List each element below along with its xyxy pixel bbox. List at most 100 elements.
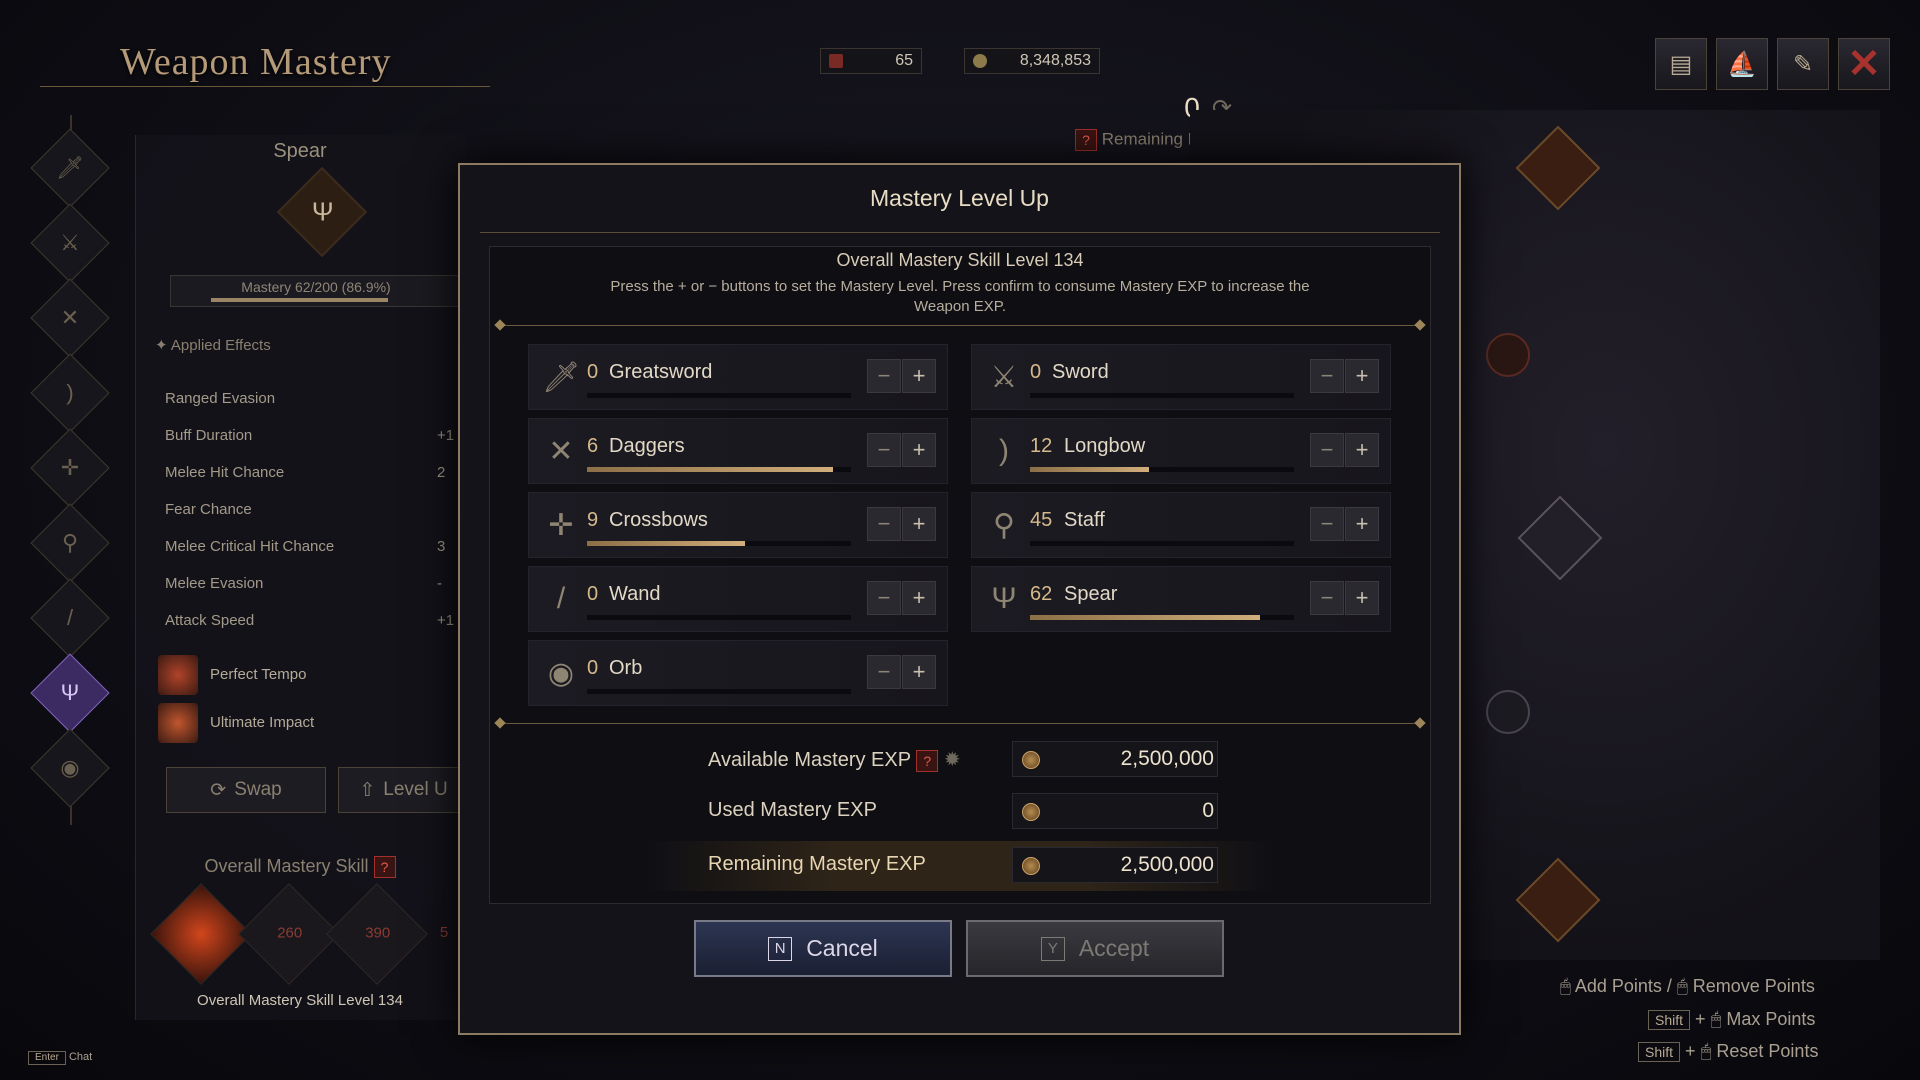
close-button[interactable]: ✕ bbox=[1838, 38, 1890, 90]
increase-button[interactable]: + bbox=[1345, 433, 1379, 467]
minus-icon: − bbox=[1320, 363, 1334, 388]
weapon-row-staff: ⚲ 45 Staff − + bbox=[971, 492, 1391, 558]
help-icon[interactable]: ? bbox=[916, 749, 939, 772]
mouse-left-icon: 🖱 bbox=[1560, 976, 1571, 996]
weapon-name: Greatsword bbox=[609, 361, 713, 383]
stat-value: - bbox=[437, 575, 442, 592]
remaining-exp-label: Remaining Mastery EXP bbox=[708, 853, 926, 875]
hint-max: Shift + 🖱 Max Points bbox=[1648, 1009, 1815, 1030]
plus-icon: + bbox=[912, 585, 926, 610]
stat-value: +1 bbox=[437, 612, 455, 629]
exp-fill bbox=[1030, 467, 1149, 472]
exp-track bbox=[1030, 541, 1294, 546]
divider bbox=[500, 325, 1420, 326]
weapon-row-wand: / 0 Wand − + bbox=[528, 566, 948, 632]
remaining-exp-value: 2,500,000 bbox=[1120, 853, 1214, 876]
minus-icon: − bbox=[877, 585, 891, 610]
used-exp-label: Used Mastery EXP bbox=[708, 799, 877, 821]
decrease-button[interactable]: − bbox=[1310, 507, 1344, 541]
longbow-icon: ) bbox=[999, 434, 1009, 467]
weapon-level: 12 bbox=[1030, 435, 1053, 457]
spear-icon: Ψ bbox=[311, 196, 334, 227]
gear-icon: ✹ bbox=[943, 749, 961, 771]
applied-effects-header: ✦ Applied Effects bbox=[155, 337, 271, 354]
increase-button[interactable]: + bbox=[1345, 581, 1379, 615]
sword-icon: ⚔ bbox=[990, 360, 1018, 394]
exp-track bbox=[1030, 393, 1294, 398]
exp-track bbox=[1030, 615, 1294, 620]
inventory-button[interactable]: ▤ bbox=[1655, 38, 1707, 90]
weapon-level: 0 bbox=[587, 583, 599, 605]
close-icon: ✕ bbox=[1847, 42, 1881, 86]
available-exp-value: 2,500,000 bbox=[1120, 747, 1214, 770]
weapon-level: 62 bbox=[1030, 583, 1053, 605]
weapon-name: Wand bbox=[609, 583, 661, 605]
wand-icon: / bbox=[556, 582, 566, 615]
greatsword-icon: 🗡 bbox=[56, 155, 84, 180]
decrease-button[interactable]: − bbox=[867, 655, 901, 689]
cancel-button[interactable]: N Cancel bbox=[694, 920, 952, 977]
stat-label: Melee Hit Chance bbox=[165, 464, 285, 481]
decrease-button[interactable]: − bbox=[867, 581, 901, 615]
increase-button[interactable]: + bbox=[1345, 507, 1379, 541]
decrease-button[interactable]: − bbox=[1310, 359, 1344, 393]
staff-icon: ⚲ bbox=[993, 508, 1015, 542]
crossbow-icon: ✛ bbox=[548, 508, 574, 542]
exp-coin-icon bbox=[1022, 857, 1040, 875]
mouse-left-icon: 🖱 bbox=[1710, 1009, 1722, 1029]
decrease-button[interactable]: − bbox=[1310, 433, 1344, 467]
guide-button[interactable]: ✎ bbox=[1777, 38, 1829, 90]
currency-counter-1: 65 bbox=[820, 48, 922, 74]
stat-label: Melee Evasion bbox=[165, 575, 264, 592]
increase-button[interactable]: + bbox=[902, 655, 936, 689]
mouse-right-icon: 🖱 bbox=[1676, 976, 1688, 996]
weapon-name: Spear bbox=[273, 140, 327, 162]
mastery-bar-fill bbox=[211, 298, 388, 302]
increase-button[interactable]: + bbox=[1345, 359, 1379, 393]
shift-key: Shift bbox=[1638, 1042, 1681, 1062]
help-icon[interactable]: ? bbox=[373, 856, 396, 879]
plus-icon: + bbox=[912, 363, 926, 388]
increase-button[interactable]: + bbox=[902, 433, 936, 467]
currency-1-value: 65 bbox=[895, 52, 913, 69]
daggers-icon: ✕ bbox=[60, 305, 80, 330]
increase-button[interactable]: + bbox=[902, 581, 936, 615]
decrease-button[interactable]: − bbox=[1310, 581, 1344, 615]
weapon-level: 45 bbox=[1030, 509, 1053, 531]
spear-icon: Ψ bbox=[991, 582, 1017, 615]
weapon-level: 0 bbox=[1030, 361, 1042, 383]
swap-button[interactable]: ⟳ Swap bbox=[166, 767, 326, 813]
plus-icon: + bbox=[1355, 363, 1369, 388]
skill-node-red[interactable] bbox=[1486, 333, 1530, 377]
stat-label: Attack Speed bbox=[165, 612, 255, 629]
exp-track bbox=[587, 689, 851, 694]
decrease-button[interactable]: − bbox=[867, 433, 901, 467]
stat-value: 3 bbox=[437, 538, 446, 555]
increase-button[interactable]: + bbox=[902, 507, 936, 541]
ship-button[interactable]: ⛵ bbox=[1716, 38, 1768, 90]
exp-track bbox=[587, 393, 851, 398]
accept-button[interactable]: Y Accept bbox=[966, 920, 1224, 977]
weapon-row-longbow: ) 12 Longbow − + bbox=[971, 418, 1391, 484]
increase-button[interactable]: + bbox=[902, 359, 936, 393]
weapon-level: 6 bbox=[587, 435, 599, 457]
exp-fill bbox=[587, 467, 833, 472]
skill-node[interactable]: 5 bbox=[429, 898, 459, 968]
decrease-button[interactable]: − bbox=[867, 359, 901, 393]
decrease-button[interactable]: − bbox=[867, 507, 901, 541]
ultimate-impact-icon bbox=[158, 703, 198, 743]
exp-track bbox=[587, 541, 851, 546]
hint-add-remove: 🖱 Add Points / 🖱 Remove Points bbox=[1560, 976, 1815, 996]
chat-hint[interactable]: Enter Chat bbox=[28, 1051, 92, 1065]
ship-icon: ⛵ bbox=[1727, 50, 1757, 78]
dialog-title: Mastery Level Up bbox=[870, 185, 1049, 211]
weapon-row-greatsword: 🗡 0 Greatsword − + bbox=[528, 344, 948, 410]
help-icon[interactable]: ? bbox=[1075, 129, 1097, 151]
arrow-up-icon: ⇧ bbox=[359, 779, 376, 801]
exp-track bbox=[1030, 467, 1294, 472]
plus-icon: + bbox=[1355, 511, 1369, 536]
exp-fill bbox=[587, 541, 745, 546]
level-up-button[interactable]: ⇧ Level U bbox=[338, 767, 468, 813]
divider bbox=[500, 723, 1420, 724]
wand-icon: / bbox=[66, 605, 74, 630]
